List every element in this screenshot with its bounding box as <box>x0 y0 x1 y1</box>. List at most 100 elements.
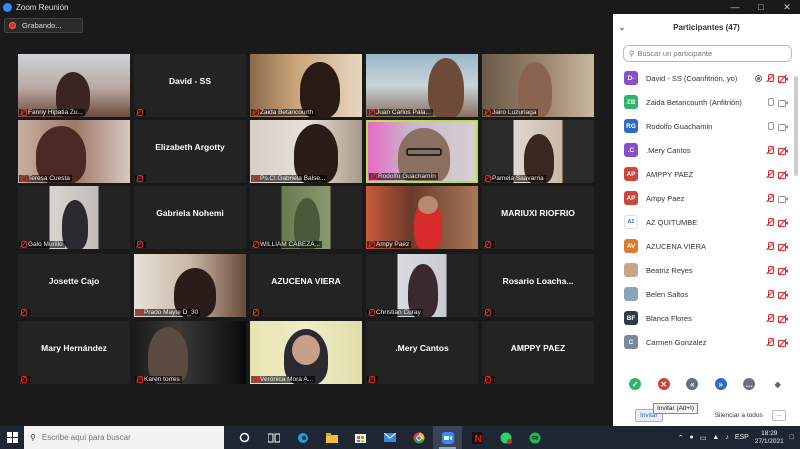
mic-muted-icon <box>368 241 375 248</box>
video-tile[interactable]: Ampy Paez <box>366 186 478 249</box>
participant-row[interactable]: Belen Saltos <box>613 282 800 306</box>
video-tile[interactable]: Galo Murillo <box>18 186 130 249</box>
video-tile[interactable]: Teresa Cuesta <box>18 120 130 183</box>
video-icon <box>778 123 788 131</box>
store-icon[interactable] <box>346 426 375 449</box>
close-button[interactable]: ✕ <box>774 2 800 13</box>
participant-row[interactable]: Beatriz Reyes <box>613 258 800 282</box>
video-tile[interactable]: Josette Cajo <box>18 254 130 317</box>
video-icon <box>778 195 788 203</box>
zoom-logo-icon <box>3 2 12 12</box>
participant-name: Blanca Flores <box>646 313 692 323</box>
go-faster-icon[interactable]: » <box>714 378 727 390</box>
clear-all-icon[interactable]: ◆ <box>771 378 784 390</box>
participant-row[interactable]: ZB Zaida Betancourth (Anfitrión) <box>613 90 800 114</box>
language-indicator[interactable]: ESP <box>735 434 749 441</box>
yes-icon[interactable]: ✓ <box>629 378 642 390</box>
mic-icon <box>766 97 774 107</box>
video-tile[interactable]: Karen torres <box>134 321 246 384</box>
participant-row[interactable]: AP AMPPY PAEZ <box>613 162 800 186</box>
search-input[interactable] <box>41 433 212 442</box>
volume-icon[interactable]: ♪ <box>725 434 729 441</box>
participant-row[interactable]: RG Rodolfo Guachamin <box>613 114 800 138</box>
participant-label: Christian Curay <box>376 309 421 316</box>
clock[interactable]: 18:29 27/1/2021 <box>755 430 784 446</box>
video-tile[interactable]: Juan Carlos Pala... <box>366 54 478 117</box>
no-icon[interactable]: ✕ <box>657 378 670 390</box>
video-tile[interactable]: AMPPY PAEZ <box>482 321 594 384</box>
video-tile[interactable]: Christian Curay <box>366 254 478 317</box>
chrome-icon[interactable] <box>404 426 433 449</box>
participant-video <box>250 321 362 384</box>
chevron-down-icon[interactable]: ⌄ <box>613 23 631 32</box>
file-explorer-icon[interactable] <box>317 426 346 449</box>
participant-row[interactable]: AZ AZ QUITUMBE <box>613 210 800 234</box>
video-tile[interactable]: Fanny Hipatia Zu... <box>18 54 130 117</box>
participant-video <box>18 186 130 249</box>
participant-name: .Mery Cantos <box>646 145 691 155</box>
participant-label: Galo Murillo <box>28 241 63 248</box>
record-icon <box>9 22 16 29</box>
participant-row[interactable]: AV AZUCENA VIERA <box>613 234 800 258</box>
video-tile[interactable]: Ps.Cl.Gabriela Balse... <box>250 120 362 183</box>
video-tile[interactable]: David - SS <box>134 54 246 117</box>
video-tile[interactable]: WILLIAM CABEZA... <box>250 186 362 249</box>
microphone-icon[interactable]: ● <box>690 434 694 441</box>
more-button[interactable]: ... <box>772 409 786 421</box>
participant-label: Ps.Cl.Gabriela Balse... <box>260 175 326 182</box>
participant-row[interactable]: BF Blanca Flores <box>613 306 800 330</box>
maximize-button[interactable]: □ <box>748 2 774 13</box>
participant-search[interactable]: ⚲ <box>623 45 792 62</box>
mic-muted-icon <box>20 241 27 248</box>
participant-name: AMPPY PAEZ <box>646 169 694 179</box>
panel-title: Participantes (47) <box>673 22 740 32</box>
scrollbar[interactable] <box>794 76 798 176</box>
battery-icon[interactable]: ▭ <box>700 434 707 442</box>
video-tile[interactable]: AZUCENA VIERA <box>250 254 362 317</box>
mic-muted-icon <box>136 175 143 182</box>
video-tile[interactable]: Elizabeth Argotty <box>134 120 246 183</box>
active-speaker-tile[interactable]: Rodolfo Guachamín <box>366 120 478 183</box>
edge-icon[interactable] <box>288 426 317 449</box>
video-tile[interactable]: Pamela Saavarria <box>482 120 594 183</box>
avatar-logo: AZ <box>624 215 638 229</box>
task-view-icon[interactable] <box>259 426 288 449</box>
minimize-button[interactable]: — <box>722 2 748 13</box>
whatsapp-icon[interactable] <box>491 426 520 449</box>
mail-icon[interactable] <box>375 426 404 449</box>
participant-row[interactable]: C Carmen Gonzalez <box>613 330 800 354</box>
participant-name: AZ QUITUMBE <box>646 217 698 227</box>
more-reactions-icon[interactable]: … <box>743 378 756 390</box>
network-icon[interactable]: ▲ <box>712 434 719 441</box>
avatar: RG <box>624 119 638 133</box>
participant-row[interactable]: D- David - SS (Coanfitrión, yo) <box>613 66 800 90</box>
participant-row[interactable]: AP Ampy Paez <box>613 186 800 210</box>
avatar-photo <box>624 287 638 301</box>
notifications-icon[interactable]: □ <box>790 434 794 441</box>
zoom-taskbar-icon[interactable] <box>433 426 462 449</box>
recording-indicator[interactable]: Grabando... <box>4 18 83 33</box>
spotify-icon[interactable] <box>520 426 549 449</box>
video-tile[interactable]: MARIUXI RIOFRIO <box>482 186 594 249</box>
participant-label: Ampy Paez <box>376 241 410 248</box>
mute-all-button[interactable]: Silenciar a todos <box>715 412 763 419</box>
video-tile[interactable]: Verónica Mora A... <box>250 321 362 384</box>
taskbar-search[interactable]: ⚲ <box>24 426 224 449</box>
participant-name: AZUCENA VIERA <box>646 241 707 251</box>
video-tile[interactable]: Zaida Betancourth <box>250 54 362 117</box>
chevron-up-icon[interactable]: ⌃ <box>678 434 684 442</box>
video-tile[interactable]: Jairo Luzuriaga <box>482 54 594 117</box>
video-tile[interactable]: Prado Mayte D_30 <box>134 254 246 317</box>
participant-row[interactable]: .C .Mery Cantos <box>613 138 800 162</box>
netflix-icon[interactable]: N <box>462 426 491 449</box>
video-tile[interactable]: Mary Hernández <box>18 321 130 384</box>
video-tile[interactable]: Gabriela Nohemi <box>134 186 246 249</box>
video-tile[interactable]: Rosario Loacha... <box>482 254 594 317</box>
go-slower-icon[interactable]: « <box>686 378 699 390</box>
video-tile[interactable]: .Mery Cantos <box>366 321 478 384</box>
search-input[interactable] <box>637 49 778 58</box>
mic-muted-icon <box>766 241 774 251</box>
start-button[interactable] <box>0 426 24 449</box>
participant-name: Josette Cajo <box>48 276 100 286</box>
cortana-icon[interactable] <box>230 426 259 449</box>
